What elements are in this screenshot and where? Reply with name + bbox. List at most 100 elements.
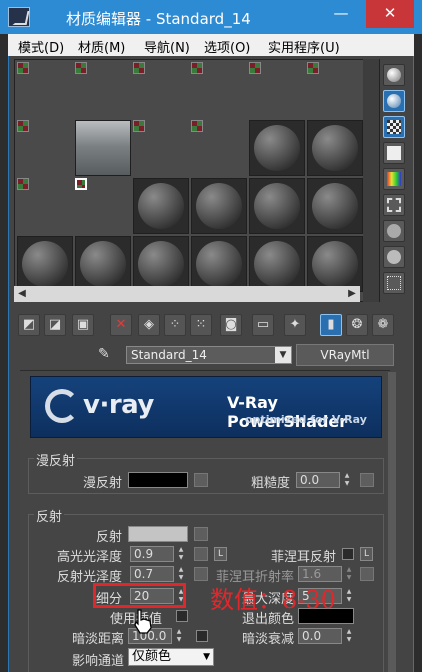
sample-slot[interactable] [191,236,247,292]
material-id-channel-button[interactable]: ⁙ [190,314,212,336]
sample-slot[interactable] [17,120,29,132]
sample-slot[interactable] [307,178,363,234]
go-forward-sibling-button[interactable]: ▮ [320,314,342,336]
sample-slot[interactable] [249,120,305,176]
go-to-parent-button[interactable]: ✦ [284,314,306,336]
slots-horizontal-scrollbar[interactable]: ◀ ▶ [14,286,360,302]
fresnel-ior-map-button[interactable] [360,567,374,581]
fresnel-ior-spinner[interactable]: ▲ ▼ [344,566,354,582]
sample-slot[interactable] [75,236,131,292]
3dsmax-app-icon[interactable] [8,7,30,27]
put-to-scene-button[interactable]: ◪ [44,314,66,336]
show-map-in-viewport-button[interactable]: ❁ [372,314,394,336]
sample-slot[interactable] [17,178,29,190]
sample-slot[interactable] [133,236,189,292]
sample-type-sphere-button[interactable] [383,64,405,86]
sample-slot[interactable] [249,236,305,292]
sample-slot-active[interactable] [75,178,87,190]
options-button[interactable] [383,220,405,242]
dim-falloff-spinner[interactable]: ▲ ▼ [344,628,354,644]
video-color-check-button[interactable] [383,168,405,190]
chevron-down-icon[interactable]: ▼ [275,347,291,363]
sample-slot[interactable] [75,62,87,74]
sample-slot[interactable] [133,178,189,234]
material-sphere [196,67,202,73]
sample-slot[interactable] [17,236,73,292]
use-interp-checkbox[interactable] [176,610,188,622]
roughness-spinner[interactable]: ▲ ▼ [342,472,352,488]
refl-gloss-map-button[interactable] [194,567,208,581]
slots-vertical-scrollbar[interactable] [363,59,379,302]
material-sphere [22,183,28,189]
affect-channels-select[interactable]: 仅颜色 ▼ [128,648,214,666]
sample-slot[interactable] [307,120,363,176]
sample-slot[interactable] [249,178,305,234]
diffuse-map-button[interactable] [194,473,208,487]
sample-slot[interactable] [191,62,203,74]
put-to-library-button[interactable]: ⁘ [164,314,186,336]
hilight-gloss-spinner[interactable]: ▲ ▼ [176,546,186,562]
select-by-material-button[interactable] [383,246,405,268]
sample-slot[interactable] [307,62,319,74]
material-name-field[interactable]: Standard_14 ▼ [126,346,292,364]
dim-falloff-field[interactable]: 0.0 [298,628,342,644]
show-end-result-button[interactable]: ▭ [252,314,274,336]
diffuse-color-swatch[interactable] [128,472,188,488]
max-depth-spinner[interactable]: ▲ ▼ [344,588,354,604]
refl-gloss-field[interactable]: 0.7 [130,566,174,582]
dim-distance-checkbox[interactable] [196,630,208,642]
roughness-field[interactable]: 0.0 [296,472,340,488]
highlight-box [93,583,186,608]
menu-utilities[interactable]: 实用程序(U) [268,37,340,56]
material-sphere [254,183,300,229]
sample-slot[interactable] [307,236,363,292]
sample-slot[interactable] [191,120,203,132]
material-type-button[interactable]: VRayMtl [296,344,394,366]
minimize-button[interactable]: — [326,0,356,28]
make-preview-button[interactable] [383,194,405,216]
reflect-color-swatch[interactable] [128,526,188,542]
backlight-button[interactable] [383,90,405,112]
menu-material[interactable]: 材质(M) [78,37,125,56]
hilight-gloss-map-button[interactable] [194,547,208,561]
sample-slot[interactable] [191,178,247,234]
assign-to-selection-button[interactable]: ▣ [72,314,94,336]
background-button[interactable] [383,116,405,138]
material-sphere [22,241,68,287]
close-button[interactable]: ✕ [366,0,414,28]
show-shaded-map-button[interactable]: ◙ [220,314,242,336]
refl-gloss-spinner[interactable]: ▲ ▼ [176,566,186,582]
menu-options[interactable]: 选项(O) [204,37,250,56]
fresnel-lock-button[interactable]: L [360,547,373,561]
preview-icon [387,198,401,212]
dim-distance-spinner[interactable]: ▲ ▼ [174,628,184,644]
make-unique-button[interactable]: ◈ [138,314,160,336]
pick-from-object-button[interactable]: ❂ [346,314,368,336]
sample-slot[interactable] [249,62,261,74]
sibling-icon: ▮ [327,317,335,332]
get-material-button[interactable]: ◩ [18,314,40,336]
banner-subtitle: optimized for V-Ray [245,413,367,426]
fresnel-checkbox[interactable] [342,548,354,560]
material-sphere [80,67,86,73]
sample-slot[interactable] [133,120,145,132]
chevron-down-icon: ▼ [203,652,210,662]
panel-scrollbar[interactable] [388,372,396,672]
delete-x-icon: ✕ [115,317,127,332]
sample-slot[interactable] [17,62,29,74]
sample-slot[interactable] [75,120,131,176]
material-map-navigator-button[interactable] [383,272,405,294]
hilight-gloss-field[interactable]: 0.9 [130,546,174,562]
roughness-map-button[interactable] [360,473,374,487]
menu-navigation[interactable]: 导航(N) [144,37,190,56]
reflect-map-button[interactable] [194,527,208,541]
material-sphere [312,183,358,229]
reset-map-button[interactable]: ✕ [110,314,132,336]
sample-uv-tiling-button[interactable] [383,142,405,164]
menu-mode[interactable]: 模式(D) [18,37,64,56]
scroll-right-icon[interactable]: ▶ [344,286,360,302]
sample-slot[interactable] [133,62,145,74]
eyedropper-icon[interactable]: ✎ [98,346,120,366]
hilight-lock-button[interactable]: L [214,547,227,561]
scroll-left-icon[interactable]: ◀ [14,286,30,302]
